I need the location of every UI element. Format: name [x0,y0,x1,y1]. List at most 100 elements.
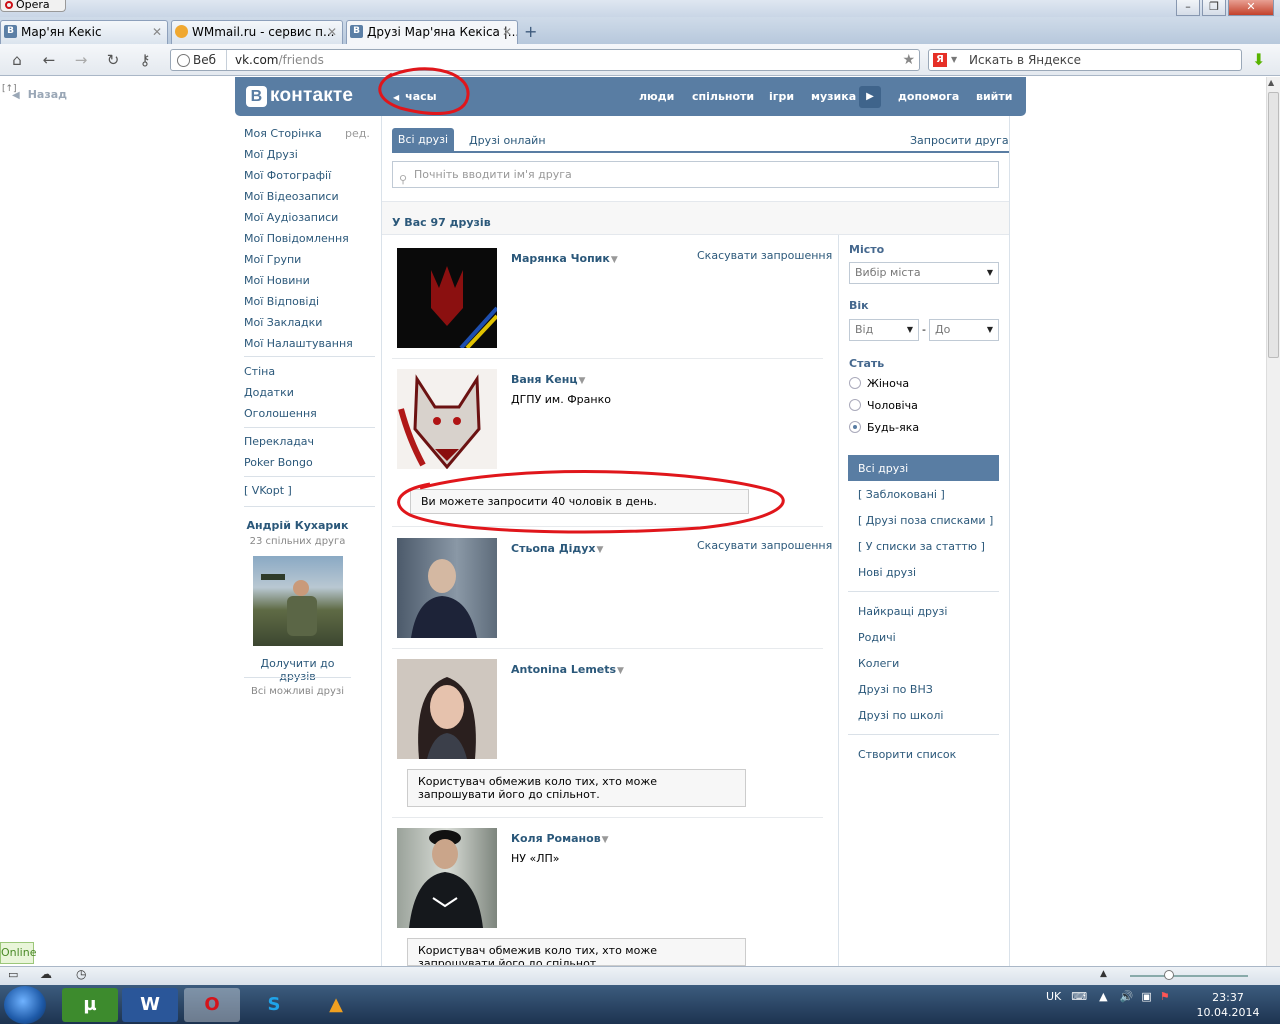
friend-name[interactable]: Стьопа Дідух▼ [511,542,603,555]
music-play-icon[interactable]: ▶ [859,86,881,108]
close-tab-icon[interactable]: ✕ [327,21,337,43]
dropdown-arrow-icon[interactable]: ▼ [617,666,624,676]
friend-name[interactable]: Ваня Кенц▼ [511,373,585,386]
tray-arrow-icon[interactable]: ▲ [1099,990,1107,1003]
bookmark-star-icon[interactable]: ★ [902,50,915,70]
menu-my-messages[interactable]: Мої Повідомлення [244,232,349,245]
list-new-friends[interactable]: Нові друзі [858,566,916,579]
nav-logout[interactable]: вийти [976,90,1012,103]
age-from-select[interactable]: Від ▼ [849,319,919,341]
cancel-invite-link[interactable]: Скасувати запрошення [697,539,832,552]
download-icon[interactable]: ⬇ [1252,50,1270,70]
sex-any-radio[interactable]: Будь-яка [849,421,919,434]
scroll-up-icon[interactable]: ▲ [1268,78,1274,87]
tab-friends-online[interactable]: Друзі онлайн [469,134,546,147]
menu-my-page[interactable]: Моя Сторінка [244,127,322,140]
menu-my-groups[interactable]: Мої Групи [244,253,301,266]
dropdown-arrow-icon[interactable]: ▼ [579,376,586,386]
skype-icon[interactable]: S [246,988,302,1022]
scroll-thumb[interactable] [1268,92,1279,358]
edit-link[interactable]: ред. [345,127,370,140]
list-blocked[interactable]: [ Заблоковані ] [858,488,945,501]
opera-menu-button[interactable]: Opera [0,0,66,12]
list-colleagues[interactable]: Колеги [858,657,899,670]
invite-friend-link[interactable]: Запросити друга [910,134,1009,147]
friend-name[interactable]: Antonina Lemets▼ [511,663,624,676]
list-relatives[interactable]: Родичі [858,631,896,644]
volume-icon[interactable]: 🔊 [1120,990,1134,1003]
maximize-button[interactable]: ❐ [1202,0,1226,16]
back-link[interactable]: [↑] ◀ Назад [2,84,67,101]
tab-friends[interactable]: В Друзі Мар'яна Кекіса |... ✕ [346,20,518,44]
nav-games[interactable]: ігри [769,90,794,103]
list-best-friends[interactable]: Найкращі друзі [858,605,947,618]
language-indicator[interactable]: UK [1046,990,1061,1003]
list-unlisted[interactable]: [ Друзі поза списками ] [858,514,993,527]
search-engine-dropdown-icon[interactable]: ▼ [951,50,957,70]
friend-search-input[interactable]: ⚲ Почніть вводити ім'я друга [392,161,999,188]
age-to-select[interactable]: До ▼ [929,319,999,341]
friend-photo[interactable] [397,828,497,928]
panel-toggle-icon[interactable]: ▭ [8,968,18,981]
sex-male-radio[interactable]: Чоловіча [849,399,918,412]
suggested-friend-name[interactable]: Андрій Кухарик [244,519,351,532]
menu-poker-bongo[interactable]: Poker Bongo [244,456,313,469]
zoom-slider[interactable] [1130,975,1248,977]
friend-photo[interactable] [397,659,497,759]
friend-name[interactable]: Марянка Чопик▼ [511,252,618,265]
menu-my-videos[interactable]: Мої Відеозаписи [244,190,339,203]
web-label[interactable]: Веб [171,50,227,70]
nav-people[interactable]: люди [639,90,674,103]
list-school[interactable]: Друзі по школі [858,709,943,722]
friend-photo[interactable] [397,538,497,638]
list-university[interactable]: Друзі по ВНЗ [858,683,933,696]
zoom-slider-thumb[interactable] [1164,970,1174,980]
home-icon[interactable]: ⌂ [6,50,28,70]
nav-help[interactable]: допомога [898,90,959,103]
utorrent-icon[interactable]: µ [62,988,118,1022]
taskbar-clock[interactable]: 23:37 10.04.2014 [1192,990,1264,1020]
menu-my-photos[interactable]: Мої Фотографії [244,169,331,182]
cloud-icon[interactable]: ☁ [40,967,52,981]
nav-communities[interactable]: спільноти [692,90,754,103]
list-all-friends[interactable]: Всі друзі [858,462,908,475]
cancel-invite-link[interactable]: Скасувати запрошення [697,249,832,262]
vk-logo[interactable]: Вконтакте [246,85,353,107]
online-badge[interactable]: Online [0,942,36,964]
menu-my-bookmarks[interactable]: Мої Закладки [244,316,322,329]
search-field[interactable]: Я ▼ Искать в Яндексе [928,49,1242,71]
flag-icon[interactable]: ⚑ [1160,990,1170,1003]
url-text[interactable]: vk.com/friends [235,50,324,70]
menu-my-settings[interactable]: Мої Налаштування [244,337,353,350]
network-icon[interactable]: ▣ [1141,990,1151,1003]
menu-my-answers[interactable]: Мої Відповіді [244,295,319,308]
menu-apps[interactable]: Додатки [244,386,294,399]
back-icon[interactable]: ← [38,50,60,70]
nav-music[interactable]: музика [811,90,856,103]
new-tab-icon[interactable]: + [524,22,537,41]
menu-my-audio[interactable]: Мої Аудіозаписи [244,211,338,224]
speed-dial-icon[interactable]: ◷ [76,967,86,981]
sex-female-radio[interactable]: Жіноча [849,377,909,390]
close-tab-icon[interactable]: ✕ [152,21,162,43]
key-icon[interactable]: ⚷ [134,50,156,70]
add-friend-link[interactable]: Долучити до друзів [244,657,351,683]
minimize-button[interactable]: – [1176,0,1200,16]
keyboard-icon[interactable]: ⌨ [1071,990,1087,1003]
tab-all-friends[interactable]: Всі друзі [392,128,454,152]
close-tab-icon[interactable]: ✕ [502,21,512,43]
menu-vkopt[interactable]: [ VKopt ] [244,484,292,497]
menu-translator[interactable]: Перекладач [244,435,314,448]
word-icon[interactable]: W [122,988,178,1022]
menu-wall[interactable]: Стіна [244,365,275,378]
dropdown-arrow-icon[interactable]: ▼ [597,545,604,555]
zoom-up-icon[interactable]: ▲ [1100,969,1107,979]
tab-wmmail[interactable]: WMmail.ru - сервис п... ✕ [171,20,343,44]
clock-widget[interactable]: ◀ часы [393,90,437,103]
list-by-sex[interactable]: [ У списки за статтю ] [858,540,985,553]
all-possible-friends-link[interactable]: Всі можливі друзі [244,686,351,697]
menu-my-friends[interactable]: Мої Друзі [244,148,298,161]
friend-photo[interactable] [397,248,497,348]
opera-taskbar-icon[interactable]: O [184,988,240,1022]
reload-icon[interactable]: ↻ [102,50,124,70]
